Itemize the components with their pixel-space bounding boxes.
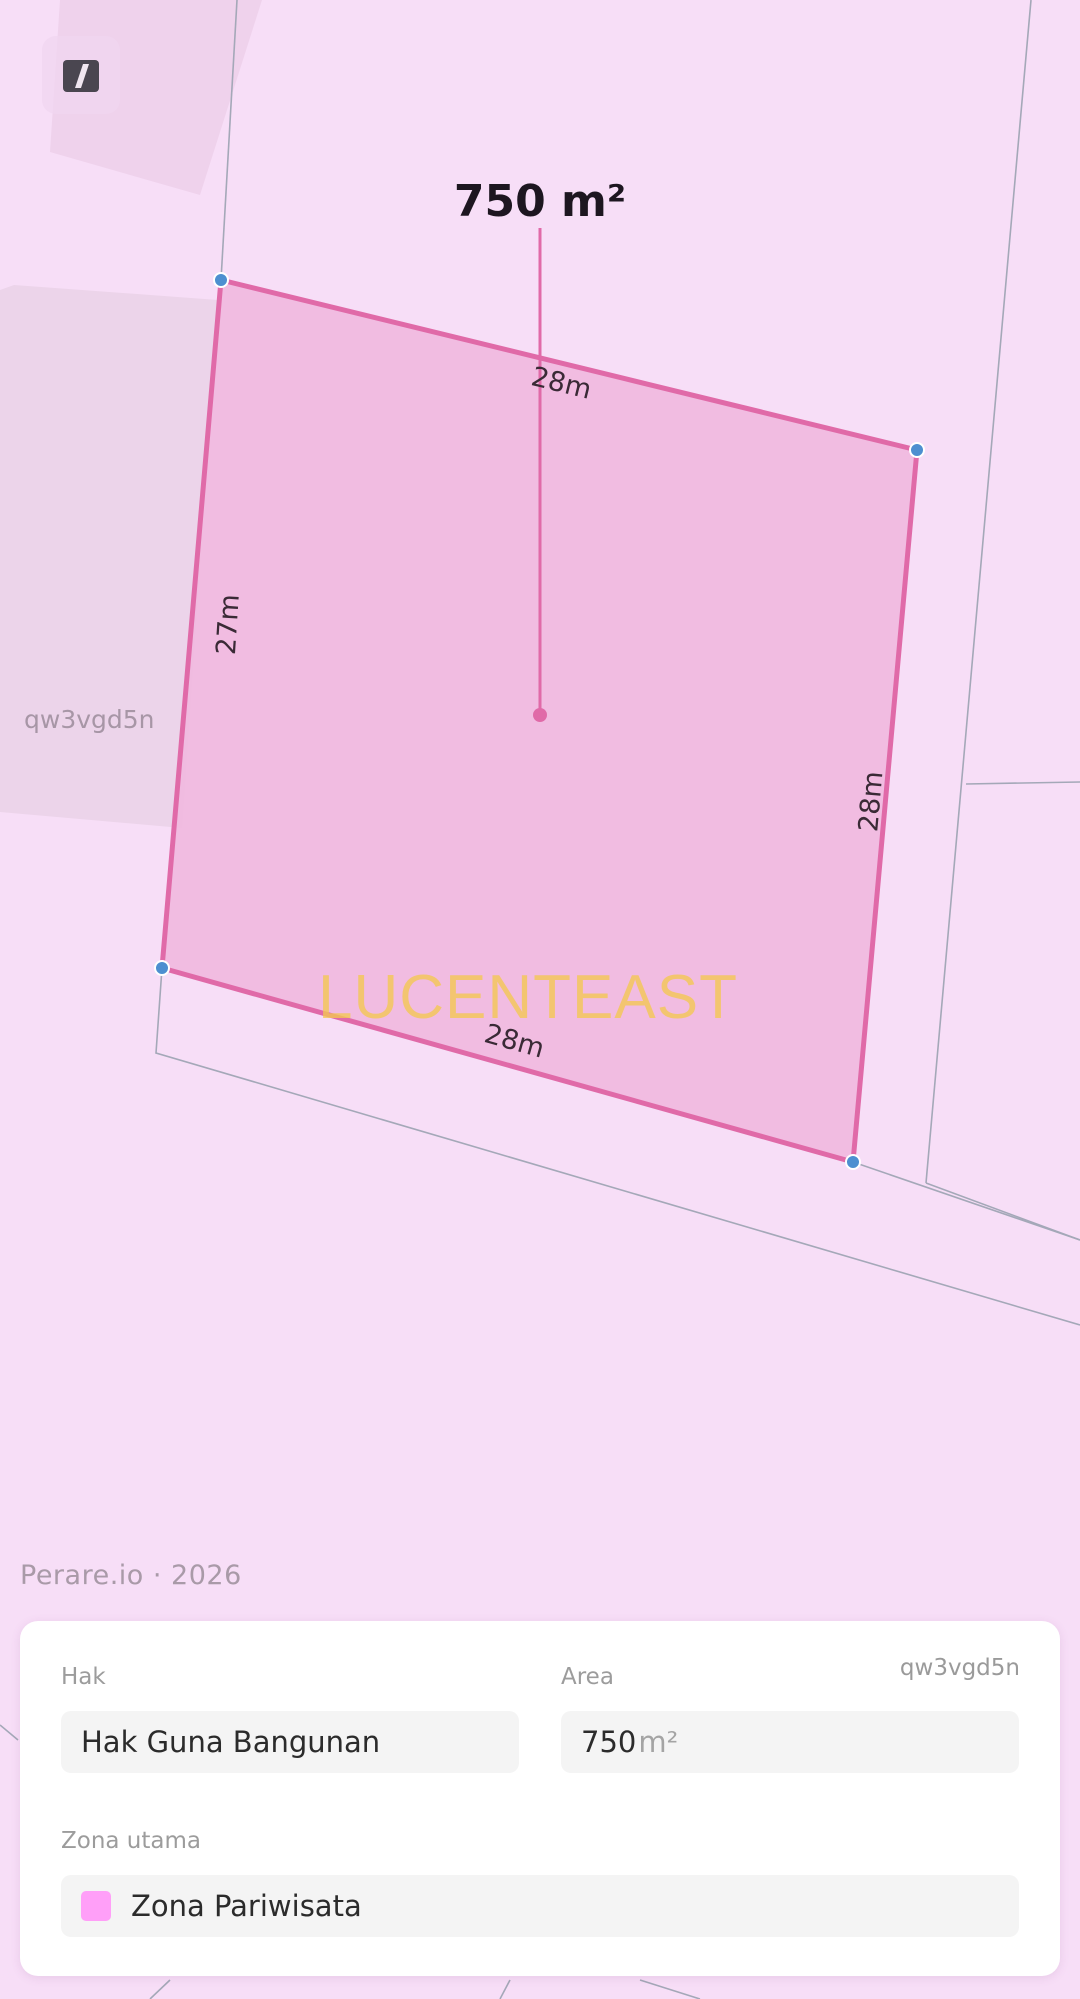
zona-value: Zona Pariwisata <box>131 1889 362 1923</box>
parcel-vertex[interactable] <box>909 442 925 458</box>
area-label: Area <box>561 1664 614 1690</box>
hak-label: Hak <box>61 1664 106 1690</box>
hak-field: Hak Guna Bangunan <box>61 1711 519 1773</box>
area-value: 750 <box>581 1725 637 1759</box>
zona-color-swatch <box>81 1891 111 1921</box>
hak-value: Hak Guna Bangunan <box>81 1725 381 1759</box>
area-field: 750 m² <box>561 1711 1019 1773</box>
zona-label: Zona utama <box>61 1828 201 1854</box>
zona-field: Zona Pariwisata <box>61 1875 1019 1937</box>
parcel-id: qw3vgd5n <box>899 1655 1020 1681</box>
parcel-vertex[interactable] <box>154 960 170 976</box>
map-attribution: Perare.io · 2026 <box>20 1560 242 1591</box>
parcel-centroid <box>533 708 547 722</box>
parcel-info-card: qw3vgd5n Hak Hak Guna Bangunan Area 750 m… <box>20 1621 1060 1976</box>
watermark: LUCENTEAST <box>318 963 738 1032</box>
parcel-vertex[interactable] <box>213 272 229 288</box>
edge-length-right: 28m <box>853 769 890 834</box>
neighbor-parcel-id-label: qw3vgd5n <box>24 705 155 734</box>
edit-tool-button[interactable] <box>42 36 120 114</box>
parcel-vertex[interactable] <box>845 1154 861 1170</box>
area-unit: m² <box>638 1725 679 1759</box>
edit-icon <box>63 60 99 92</box>
edge-length-left: 27m <box>210 593 246 656</box>
parcel-area-label: 750 m² <box>453 176 627 227</box>
